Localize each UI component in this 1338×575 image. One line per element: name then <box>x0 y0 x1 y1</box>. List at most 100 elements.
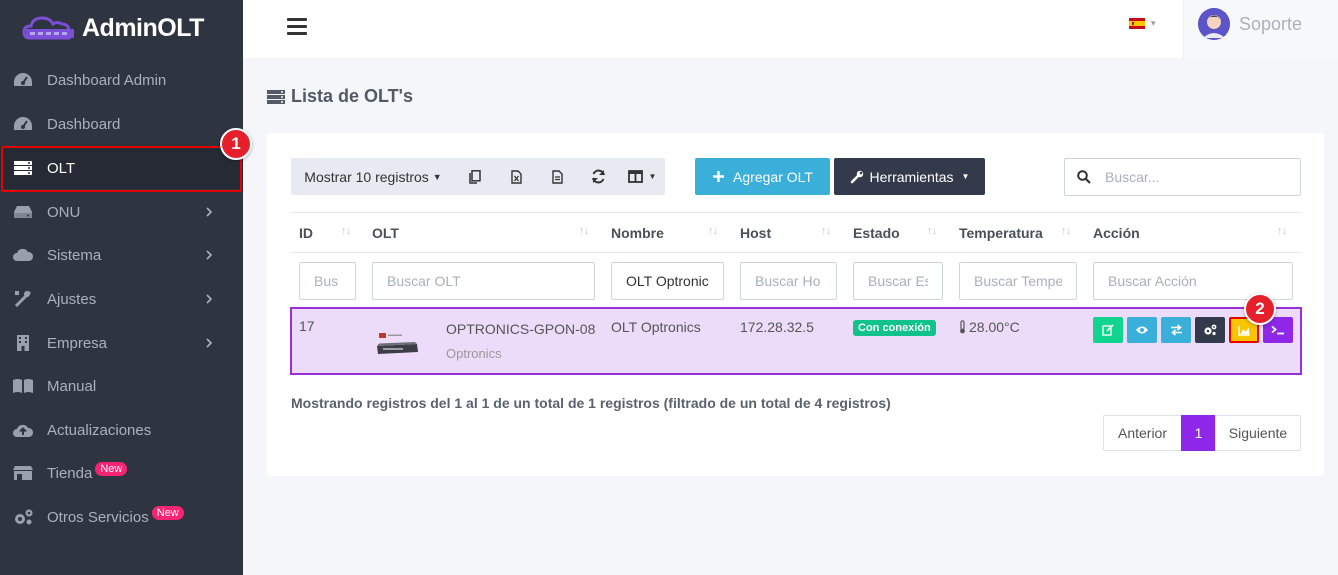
tools-label: Herramientas <box>869 168 954 185</box>
cogs-icon <box>1204 324 1217 336</box>
hamburger-menu-icon[interactable] <box>287 18 307 36</box>
status-badge: Con conexión <box>853 320 936 336</box>
chevron-right-icon <box>206 207 213 217</box>
sort-icon[interactable]: ↑↓ <box>579 225 589 237</box>
column-header-temperatura[interactable]: Temperatura <box>959 213 1043 252</box>
cogs-icon <box>12 506 34 528</box>
sort-icon[interactable]: ↑↓ <box>708 225 718 237</box>
columns-icon <box>627 170 643 183</box>
dashboard-icon <box>12 69 34 91</box>
sort-icon[interactable]: ↑↓ <box>927 225 937 237</box>
user-name: Soporte <box>1239 14 1303 34</box>
sidebar-item-sistema[interactable]: Sistema <box>0 234 243 276</box>
refresh-icon <box>591 169 605 184</box>
copy-button[interactable] <box>455 158 495 195</box>
cloud-upload-icon <box>12 419 34 441</box>
column-header-estado[interactable]: Estado <box>853 213 900 252</box>
wrench-icon <box>850 170 863 183</box>
chevron-right-icon <box>206 294 213 304</box>
columns-button[interactable]: ▼ <box>619 158 665 195</box>
view-button[interactable] <box>1127 317 1157 343</box>
dashboard-icon <box>12 113 34 135</box>
column-header-olt[interactable]: OLT <box>372 213 399 252</box>
spain-flag-icon[interactable] <box>1129 18 1145 29</box>
sidebar-item-label: Tienda New <box>47 461 128 482</box>
column-header-id[interactable]: ID <box>299 213 313 252</box>
swap-button[interactable] <box>1161 317 1191 343</box>
sort-icon[interactable]: ↑↓ <box>1277 225 1287 237</box>
edit-button[interactable] <box>1093 317 1123 343</box>
sidebar-item-tienda[interactable]: Tienda New <box>0 452 243 494</box>
caret-down-icon[interactable]: ▾ <box>1151 18 1156 29</box>
column-header-host[interactable]: Host <box>740 213 771 252</box>
caret-down-icon: ▼ <box>648 172 657 181</box>
tools-dropdown-button[interactable]: Herramientas ▼ <box>834 158 985 195</box>
terminal-icon <box>1271 325 1284 335</box>
filter-temperatura-input[interactable] <box>959 262 1077 300</box>
plus-icon <box>713 171 725 182</box>
sidebar-item-onu[interactable]: ONU <box>0 191 243 233</box>
sidebar-item-dashboard[interactable]: Dashboard <box>0 103 243 145</box>
sidebar: AdminOLT Dashboard Admin Dashboard OLT O… <box>0 0 243 575</box>
file-icon <box>551 169 563 184</box>
cloud-logo-icon <box>22 16 74 40</box>
chevron-right-icon <box>206 338 213 348</box>
sidebar-item-ajustes[interactable]: Ajustes <box>0 278 243 320</box>
sidebar-item-label: Otros Servicios New <box>47 505 184 526</box>
sidebar-item-actualizaciones[interactable]: Actualizaciones <box>0 409 243 451</box>
edit-icon <box>1102 324 1114 336</box>
copy-icon <box>469 169 481 184</box>
pagination-next[interactable]: Siguiente <box>1215 415 1301 451</box>
book-icon <box>12 375 34 397</box>
cell-olt-name: OPTRONICS-GPON-08 <box>446 321 596 337</box>
filter-id-input[interactable] <box>299 262 356 300</box>
user-menu[interactable]: Soporte <box>1183 0 1338 58</box>
chevron-right-icon <box>206 250 213 260</box>
sort-icon[interactable]: ↑↓ <box>341 225 351 237</box>
column-header-nombre[interactable]: Nombre <box>611 213 664 252</box>
pdf-button[interactable] <box>537 158 577 195</box>
cell-id: 17 <box>299 318 315 334</box>
search-input[interactable] <box>1105 159 1295 195</box>
pagination-previous[interactable]: Anterior <box>1103 415 1182 451</box>
sidebar-item-label: ONU <box>47 203 81 221</box>
sidebar-item-label: Sistema <box>47 246 102 264</box>
cell-host: 172.28.32.5 <box>740 319 814 335</box>
sidebar-item-dashboard-admin[interactable]: Dashboard Admin <box>0 59 243 101</box>
sidebar-item-empresa[interactable]: Empresa <box>0 322 243 364</box>
show-records-dropdown[interactable]: Mostrar 10 registros ▼ <box>291 158 455 195</box>
sidebar-item-otros-servicios[interactable]: Otros Servicios New <box>0 496 243 538</box>
excel-button[interactable] <box>495 158 537 195</box>
temperature-value: 28.00°C <box>969 319 1020 335</box>
area-chart-icon <box>1237 325 1250 336</box>
filter-olt-input[interactable] <box>372 262 595 300</box>
settings-button[interactable] <box>1195 317 1225 343</box>
page-title-text: Lista de OLT's <box>291 86 413 106</box>
step-marker-2: 2 <box>1244 293 1276 325</box>
page-title: Lista de OLT's <box>267 86 413 107</box>
caret-down-icon: ▼ <box>961 172 970 181</box>
cloud-icon <box>12 244 34 266</box>
new-badge: New <box>95 461 128 476</box>
new-badge: New <box>151 505 184 520</box>
filter-host-input[interactable] <box>740 262 837 300</box>
caret-down-icon: ▼ <box>432 171 442 182</box>
search-field <box>1064 158 1301 196</box>
step-marker-1: 1 <box>220 128 252 160</box>
excel-icon <box>510 169 522 184</box>
avatar <box>1198 8 1230 40</box>
brand[interactable]: AdminOLT <box>0 0 243 58</box>
sidebar-item-label: Actualizaciones <box>47 421 152 439</box>
server-icon <box>267 89 285 104</box>
sort-icon[interactable]: ↑↓ <box>821 225 831 237</box>
sidebar-item-manual[interactable]: Manual <box>0 365 243 407</box>
pagination-page-1[interactable]: 1 <box>1181 415 1216 451</box>
building-icon <box>12 332 34 354</box>
cell-olt-brand: Optronics <box>446 346 502 361</box>
sort-icon[interactable]: ↑↓ <box>1061 225 1071 237</box>
add-olt-button[interactable]: Agregar OLT <box>695 158 830 195</box>
refresh-button[interactable] <box>577 158 619 195</box>
filter-nombre-input[interactable] <box>611 262 724 300</box>
filter-estado-input[interactable] <box>853 262 943 300</box>
column-header-accion[interactable]: Acción <box>1093 213 1140 252</box>
